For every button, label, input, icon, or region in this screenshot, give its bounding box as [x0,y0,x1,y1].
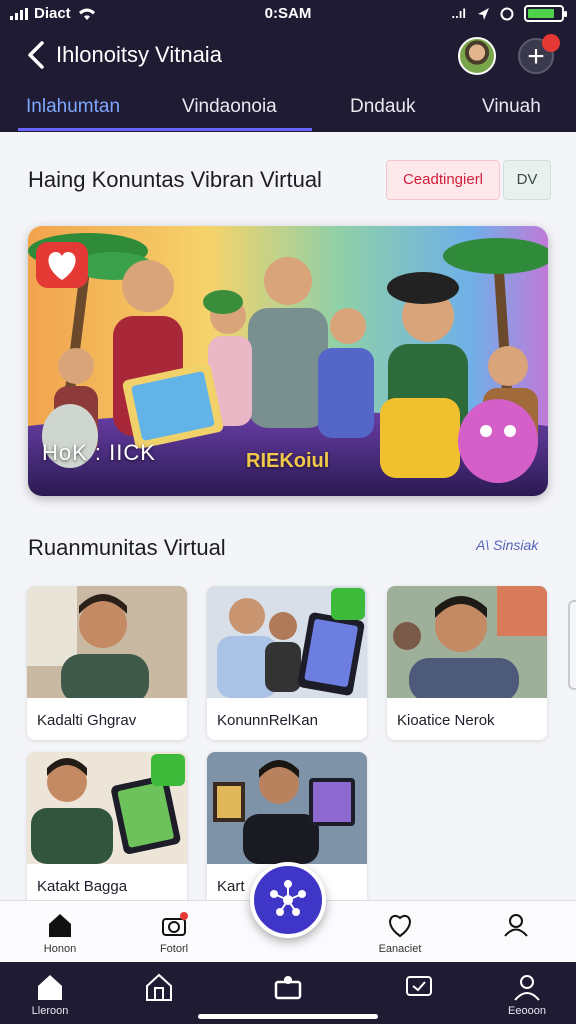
nav-camera[interactable]: Fotorl [144,911,204,955]
card-label: Kadalti Ghgrav [37,712,137,729]
card-label: Katakt Bagga [37,878,128,895]
active-tab-indicator [18,128,312,131]
camera-icon [162,912,188,936]
page-title: Ihlonoitsy Vitnaia [56,42,222,67]
store-icon [146,973,172,1001]
favorite-heart-icon[interactable] [36,242,88,288]
heart-shield-icon [389,914,411,938]
center-action-button[interactable] [250,862,326,938]
notification-badge [542,34,560,52]
community-card[interactable]: Katakt Bagga [27,752,187,906]
nav2-inbox[interactable] [253,972,323,1005]
tv-icon [406,976,432,996]
card-label: Kioatice Nerok [397,712,495,729]
avatar[interactable] [458,37,496,75]
tab-vinuah[interactable]: Vinuah [482,96,541,118]
tab-vindaonoia[interactable]: Vindaonoia [182,96,277,118]
community-card[interactable]: KonunnRelKan [207,586,367,740]
home-icon [49,914,71,937]
nav-favorites[interactable]: Eanaciet [370,911,430,955]
nav-profile[interactable] [486,911,546,943]
section-title-community: Ruanmunitas Virtual [28,535,226,560]
nav-label: Eanaciet [378,943,422,955]
card-photo [387,586,547,698]
tab-inlahumtan[interactable]: Inlahumtan [26,96,120,118]
home-indicator[interactable] [198,1014,378,1019]
add-button[interactable]: + [518,34,560,74]
chip-icon [331,588,365,620]
card-photo [207,752,367,864]
secondary-filter-button[interactable]: DV [503,160,551,200]
nav2-label: Lleroon [31,1005,69,1017]
featured-banner[interactable]: HoK : IICK RIEKoiul [28,226,548,496]
nav2-store[interactable] [124,972,194,1005]
nav2-account[interactable]: Eeooon [492,972,562,1017]
inbox-icon [274,976,302,1000]
signal-strength-icon: ..ıl [451,6,466,21]
section-title-featured: Haing Konuntas Vibran Virtual [28,167,322,192]
banner-caption-left: HoK : IICK [42,440,156,465]
community-card[interactable]: Kioatice Nerok [387,586,547,740]
status-bar: Diact 0:SAM ..ıl [0,4,576,24]
tab-bar: Inlahumtan Vindaonoia Dndauk Vinuah [0,86,576,132]
card-label: Kart [217,878,245,895]
community-card[interactable]: Kadalti Ghgrav [27,586,187,740]
tab-dndauk[interactable]: Dndauk [350,96,416,118]
scroll-handle[interactable] [568,600,576,690]
primary-filter-button[interactable]: Ceadtingierl [386,160,500,200]
alarm-icon [500,7,514,20]
nav-home[interactable]: Honon [30,911,90,955]
nav2-tv[interactable] [384,972,454,1005]
nav-label: Fotorl [159,943,189,955]
profile-icon [504,914,528,937]
nav-label: Honon [43,943,77,955]
home-icon [38,975,62,1000]
location-icon [478,7,489,20]
back-arrow-icon[interactable] [24,40,48,70]
app-header: Diact 0:SAM ..ıl Ihlonoitsy Vitnaia + In… [0,0,576,132]
see-all-link[interactable]: A\ Sinsiak [476,537,538,553]
card-label: KonunnRelKan [217,712,318,729]
banner-caption-center: RIEKoiul [246,450,330,472]
nav2-home[interactable]: Lleroon [15,972,85,1017]
battery-icon [524,5,567,22]
user-icon [514,975,540,1001]
chip-icon [151,754,185,786]
card-photo [27,586,187,698]
nav2-label: Eeooon [508,1005,546,1017]
connect-icon [270,880,306,916]
